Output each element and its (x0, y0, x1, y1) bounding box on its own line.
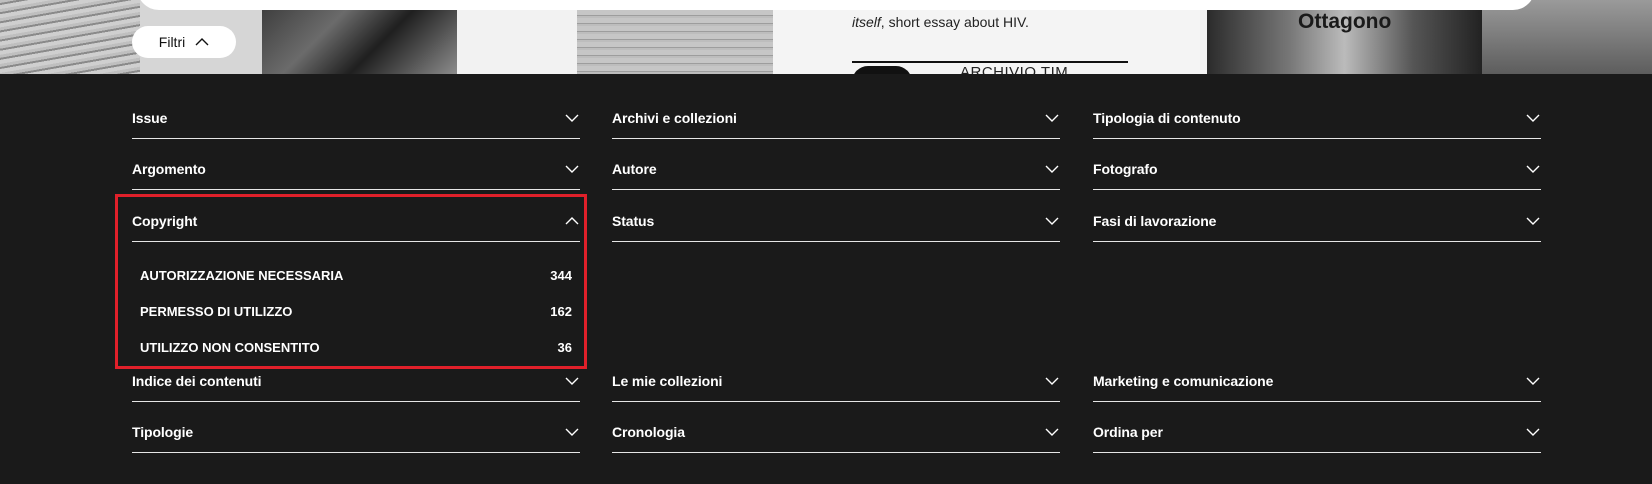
filter-issue[interactable]: Issue (132, 98, 580, 139)
hero-tile-photo[interactable] (262, 0, 457, 74)
hero-tile-archive-photo[interactable] (1482, 0, 1652, 74)
filter-label: Argomento (132, 161, 206, 177)
chevron-up-icon (195, 38, 209, 46)
option-label: UTILIZZO NON CONSENTITO (140, 339, 320, 355)
filter-tipologie[interactable]: Tipologie (132, 412, 580, 453)
filtri-toggle-button[interactable]: Filtri (132, 26, 236, 58)
option-count: 162 (550, 303, 572, 319)
filter-tipologia-di-contenuto[interactable]: Tipologia di contenuto (1093, 98, 1541, 139)
hero-tile-newspaper[interactable] (0, 0, 140, 74)
chevron-down-icon (1526, 428, 1540, 436)
hero-image-strip: itself, short essay about HIV. ARCHIVIO … (0, 0, 1652, 74)
option-label: AUTORIZZAZIONE NECESSARIA (140, 267, 344, 283)
filter-argomento[interactable]: Argomento (132, 149, 580, 190)
chevron-down-icon (1045, 165, 1059, 173)
filter-fasi-di-lavorazione[interactable]: Fasi di lavorazione (1093, 201, 1541, 242)
copyright-option[interactable]: AUTORIZZAZIONE NECESSARIA 344 (140, 263, 572, 287)
filter-label: Autore (612, 161, 657, 177)
logo-mark (852, 66, 912, 74)
ottagono-title: Ottagono (1298, 10, 1392, 33)
filter-label: Marketing e comunicazione (1093, 373, 1274, 389)
filter-label: Status (612, 213, 655, 229)
filtri-label: Filtri (158, 34, 186, 50)
hero-tile-manuscript[interactable] (577, 0, 773, 74)
filter-indice-dei-contenuti[interactable]: Indice dei contenuti (132, 361, 580, 402)
option-count: 36 (557, 339, 572, 355)
archivio-label: ARCHIVIO TIM (960, 64, 1069, 74)
essay-caption: itself, short essay about HIV. (852, 14, 1029, 30)
filter-label: Tipologie (132, 424, 194, 440)
filter-label: Tipologia di contenuto (1093, 110, 1241, 126)
divider (852, 61, 1128, 63)
copyright-option[interactable]: UTILIZZO NON CONSENTITO 36 (140, 335, 572, 359)
chevron-down-icon (1526, 217, 1540, 225)
chevron-down-icon (1045, 377, 1059, 385)
filter-label: Le mie collezioni (612, 373, 723, 389)
chevron-down-icon (565, 165, 579, 173)
filter-cronologia[interactable]: Cronologia (612, 412, 1060, 453)
filter-le-mie-collezioni[interactable]: Le mie collezioni (612, 361, 1060, 402)
chevron-down-icon (565, 428, 579, 436)
filter-label: Archivi e collezioni (612, 110, 737, 126)
filter-copyright[interactable]: Copyright (132, 201, 580, 242)
chevron-down-icon (1045, 217, 1059, 225)
filter-marketing-e-comunicazione[interactable]: Marketing e comunicazione (1093, 361, 1541, 402)
chevron-up-icon (565, 217, 579, 225)
chevron-down-icon (1526, 377, 1540, 385)
chevron-down-icon (1045, 428, 1059, 436)
search-panel (137, 0, 1535, 10)
option-count: 344 (550, 267, 572, 283)
chevron-down-icon (565, 377, 579, 385)
copyright-option[interactable]: PERMESSO DI UTILIZZO 162 (140, 299, 572, 323)
filter-label: Copyright (132, 213, 198, 229)
option-label: PERMESSO DI UTILIZZO (140, 303, 293, 319)
chevron-down-icon (565, 114, 579, 122)
filter-label: Cronologia (612, 424, 685, 440)
chevron-down-icon (1526, 165, 1540, 173)
filter-archivi-e-collezioni[interactable]: Archivi e collezioni (612, 98, 1060, 139)
filter-status[interactable]: Status (612, 201, 1060, 242)
filter-ordina-per[interactable]: Ordina per (1093, 412, 1541, 453)
filter-label: Issue (132, 110, 168, 126)
filter-fotografo[interactable]: Fotografo (1093, 149, 1541, 190)
filter-label: Ordina per (1093, 424, 1163, 440)
chevron-down-icon (1526, 114, 1540, 122)
hero-tile-white (457, 0, 577, 74)
filter-label: Fotografo (1093, 161, 1158, 177)
chevron-down-icon (1045, 114, 1059, 122)
filter-autore[interactable]: Autore (612, 149, 1060, 190)
filter-label: Indice dei contenuti (132, 373, 262, 389)
filter-label: Fasi di lavorazione (1093, 213, 1217, 229)
